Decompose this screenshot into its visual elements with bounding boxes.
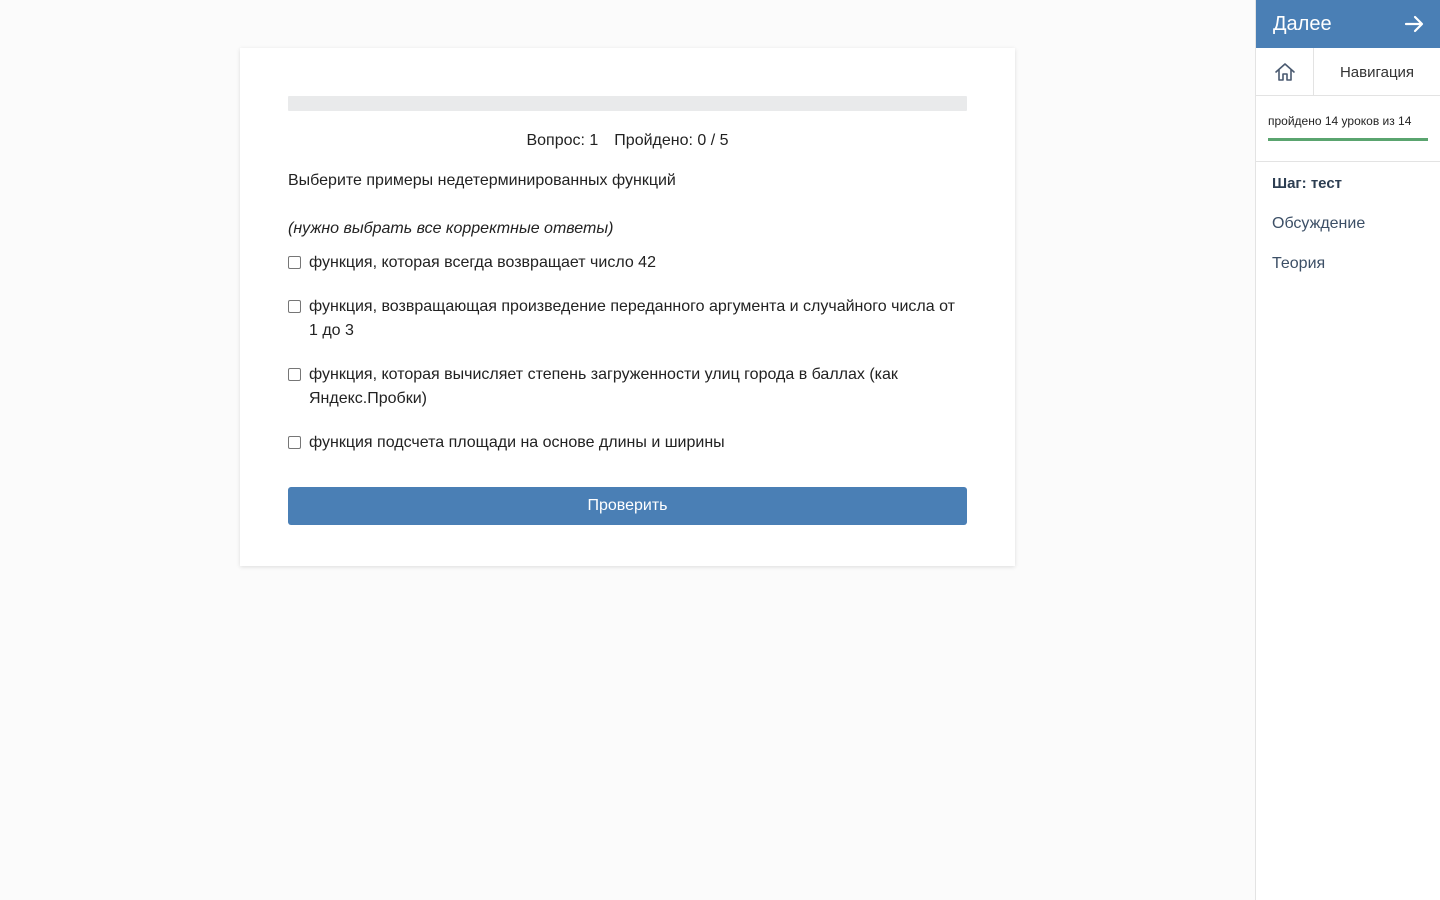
answer-checkbox[interactable] (288, 256, 301, 269)
step-list: Шаг: тест Обсуждение Теория (1256, 162, 1440, 274)
question-counter: Вопрос: 1 Пройдено: 0 / 5 (288, 131, 967, 151)
step-item-test[interactable]: Шаг: тест (1272, 174, 1440, 194)
quiz-progress-bar (288, 96, 967, 111)
check-button[interactable]: Проверить (288, 487, 967, 525)
question-text: Выберите примеры недетерминированных фун… (288, 172, 676, 189)
lessons-progress-text: пройдено 14 уроков из 14 (1268, 114, 1412, 128)
quiz-card: Вопрос: 1 Пройдено: 0 / 5 Выберите пример… (240, 48, 1015, 566)
lessons-progress-fill (1268, 138, 1428, 141)
step-item-discussion[interactable]: Обсуждение (1272, 214, 1440, 234)
main-area: Вопрос: 1 Пройдено: 0 / 5 Выберите пример… (0, 0, 1255, 900)
answer-label: функция, которая вычисляет степень загру… (309, 366, 898, 407)
answer-checkbox[interactable] (288, 300, 301, 313)
answer-label: функция подсчета площади на основе длины… (309, 434, 725, 451)
answer-option[interactable]: функция подсчета площади на основе длины… (288, 431, 967, 455)
home-icon (1274, 62, 1295, 81)
answer-label: функция, которая всегда возвращает число… (309, 254, 656, 271)
passed-count: Пройдено: 0 / 5 (614, 132, 729, 149)
next-button[interactable]: Далее (1256, 0, 1440, 48)
arrow-right-icon (1404, 15, 1424, 33)
navigation-button[interactable]: Навигация (1314, 48, 1440, 95)
question-number: Вопрос: 1 (526, 132, 599, 149)
answer-checkbox[interactable] (288, 436, 301, 449)
answer-option[interactable]: функция, которая всегда возвращает число… (288, 251, 967, 275)
lessons-progress-bar (1268, 138, 1428, 141)
question-hint: (нужно выбрать все корректные ответы) (288, 220, 614, 237)
next-label: Далее (1273, 12, 1332, 35)
answer-label: функция, возвращающая произведение перед… (309, 298, 955, 339)
lessons-progress: пройдено 14 уроков из 14 (1256, 96, 1440, 162)
answer-option[interactable]: функция, возвращающая произведение перед… (288, 295, 967, 343)
answer-options: функция, которая всегда возвращает число… (288, 251, 967, 455)
nav-row: Навигация (1256, 48, 1440, 96)
sidebar: Далее Навигация пройдено 14 уроков из 14… (1255, 0, 1440, 900)
answer-checkbox[interactable] (288, 368, 301, 381)
home-button[interactable] (1256, 48, 1314, 95)
answer-option[interactable]: функция, которая вычисляет степень загру… (288, 363, 967, 411)
step-item-theory[interactable]: Теория (1272, 254, 1440, 274)
